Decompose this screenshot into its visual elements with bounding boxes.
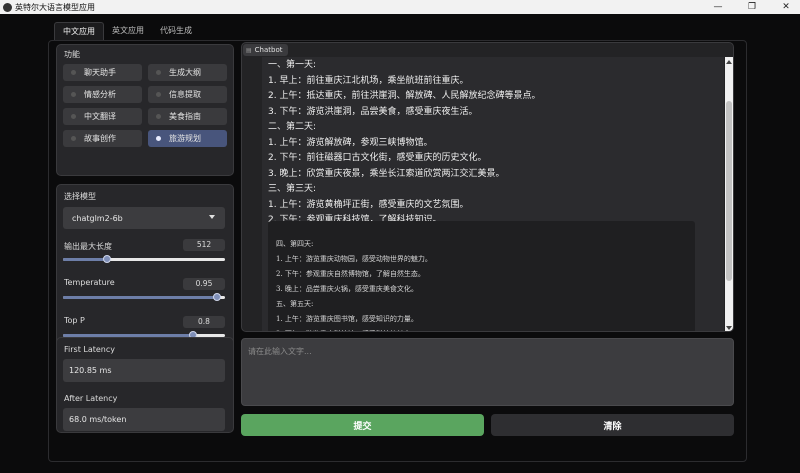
radio-dot: [156, 70, 161, 75]
tab-english[interactable]: 英文应用: [104, 22, 152, 40]
app-icon: [3, 2, 12, 12]
code-line: 2. 下午：游览重庆科技馆，感受科技的魅力。: [276, 327, 695, 331]
radio-sentiment[interactable]: 情感分析: [63, 86, 142, 103]
message-line: 2. 上午：抵达重庆，前往洪崖洞、解放碑、人民解放纪念碑等景点。: [268, 91, 541, 101]
temperature-slider[interactable]: [63, 293, 225, 301]
message-line: 2. 下午：前往磁器口古文化街，感受重庆的历史文化。: [268, 153, 487, 163]
message-line: 1. 上午：游览解放碑，参观三峡博物馆。: [268, 137, 433, 148]
latency-panel: First Latency 120.85 ms After Latency 68…: [56, 337, 234, 433]
max-length-label: 输出最大长度: [64, 242, 112, 251]
code-line: 2. 下午：参观重庆自然博物馆，了解自然生态。: [276, 270, 425, 278]
radio-dot: [71, 92, 76, 97]
code-line: 五、第五天:: [276, 300, 314, 308]
top-p-input[interactable]: 0.8: [183, 316, 225, 328]
function-panel: 功能 聊天助手 生成大纲 情感分析 信息提取 中文翻译 美食指南 故事创作 旅游…: [56, 44, 234, 176]
message-line: 3. 晚上：欣赏重庆夜景，乘坐长江索道欣赏两江交汇美景。: [268, 168, 505, 179]
message-line: 1. 早上：前往重庆江北机场，乘坐航班前往重庆。: [268, 75, 469, 86]
tab-chinese[interactable]: 中文应用: [54, 22, 104, 40]
maximize-button[interactable]: ❐: [738, 0, 766, 14]
radio-translate[interactable]: 中文翻译: [63, 108, 142, 125]
radio-dot: [156, 114, 161, 119]
radio-story[interactable]: 故事创作: [63, 130, 142, 147]
code-line: 3. 晚上：品尝重庆火锅，感受重庆美食文化。: [276, 285, 418, 293]
top-p-label: Top P: [64, 316, 85, 325]
message-line: 一、第一天:: [268, 60, 317, 70]
code-block: 四、第四天: 1. 上午：游览重庆动物园，感受动物世界的魅力。 2. 下午：参观重庆…: [268, 221, 695, 331]
function-label: 功能: [64, 50, 80, 59]
close-button[interactable]: ✕: [772, 0, 800, 14]
slider-thumb[interactable]: [102, 255, 111, 263]
slider-fill: [63, 258, 107, 261]
radio-dot: [71, 114, 76, 119]
temperature-input[interactable]: 0.95: [183, 278, 225, 290]
radio-travel[interactable]: 旅游规划: [148, 130, 227, 147]
model-select-value: chatglm2-6b: [72, 213, 123, 223]
radio-dot: [156, 136, 161, 141]
chatbot-label: ▤ Chatbot: [243, 44, 288, 56]
code-line: 四、第四天:: [276, 240, 314, 248]
radio-outline[interactable]: 生成大纲: [148, 64, 227, 81]
message-line: 3. 下午：游览洪崖洞，品尝美食，感受重庆夜生活。: [268, 106, 478, 117]
slider-thumb[interactable]: [212, 293, 221, 301]
after-latency-value: 68.0 ms/token: [63, 408, 225, 431]
max-length-slider[interactable]: [63, 255, 225, 263]
title-bar: 英特尔大语言模型应用 — ❐ ✕: [0, 0, 800, 14]
radio-food[interactable]: 美食指南: [148, 108, 227, 125]
chat-scrollbar[interactable]: [725, 57, 733, 331]
model-label: 选择模型: [64, 192, 96, 201]
code-line: 1. 上午：游览重庆图书馆，感受知识的力量。: [276, 315, 418, 323]
temperature-label: Temperature: [64, 278, 115, 287]
chatbot-panel: ▤ Chatbot 一、第一天: 1. 早上：前往重庆江北机场，乘坐航班前往重庆。…: [241, 42, 734, 332]
max-length-input[interactable]: 512: [183, 239, 225, 251]
message-line: 1. 上午：游览黄桷坪正街，感受重庆的文艺氛围。: [268, 199, 469, 210]
radio-extraction[interactable]: 信息提取: [148, 86, 227, 103]
tab-bar: 中文应用 英文应用 代码生成: [54, 22, 200, 40]
slider-fill: [63, 296, 217, 299]
message-line: 三、第三天:: [268, 184, 317, 194]
after-latency-label: After Latency: [64, 394, 118, 403]
model-panel: 选择模型 chatglm2-6b 输出最大长度 512 Temperature …: [56, 184, 234, 348]
message-input[interactable]: 请在此输入文字...: [241, 338, 734, 406]
radio-dot: [71, 136, 76, 141]
first-latency-label: First Latency: [64, 345, 115, 354]
scroll-up-icon[interactable]: [726, 60, 732, 64]
radio-chat-assistant[interactable]: 聊天助手: [63, 64, 142, 81]
model-select[interactable]: chatglm2-6b: [63, 207, 225, 229]
message-line: 二、第二天:: [268, 122, 317, 132]
first-latency-value: 120.85 ms: [63, 359, 225, 382]
tab-code[interactable]: 代码生成: [152, 22, 200, 40]
chat-icon: ▤: [246, 46, 252, 54]
scroll-thumb[interactable]: [726, 101, 732, 281]
window-title: 英特尔大语言模型应用: [15, 2, 95, 12]
code-line: 1. 上午：游览重庆动物园，感受动物世界的魅力。: [276, 255, 432, 263]
submit-button[interactable]: 提交: [241, 414, 484, 436]
message-text: 一、第一天: 1. 早上：前往重庆江北机场，乘坐航班前往重庆。 2. 上午：抵达重庆…: [268, 58, 540, 229]
radio-dot: [71, 70, 76, 75]
chat-message: 一、第一天: 1. 早上：前往重庆江北机场，乘坐航班前往重庆。 2. 上午：抵达重庆…: [262, 57, 724, 331]
minimize-button[interactable]: —: [704, 0, 732, 14]
chevron-down-icon: [209, 215, 215, 219]
clear-button[interactable]: 清除: [491, 414, 734, 436]
app-root: 中文应用 英文应用 代码生成 功能 聊天助手 生成大纲 情感分析 信息提取 中文…: [46, 20, 749, 462]
radio-dot: [156, 92, 161, 97]
scroll-down-icon[interactable]: [726, 326, 732, 330]
